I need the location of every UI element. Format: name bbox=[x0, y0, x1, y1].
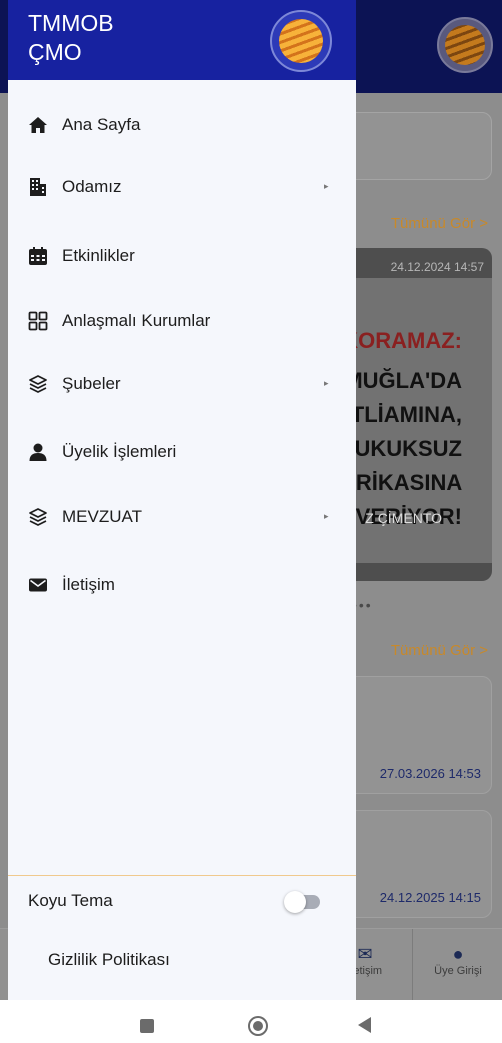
nav-divider bbox=[412, 929, 413, 1000]
event-date: 27.03.2026 14:53 bbox=[379, 766, 481, 781]
news-headline-line: BRİKASINA bbox=[340, 470, 463, 495]
menu-item-membership[interactable]: Üyelik İşlemleri bbox=[8, 432, 356, 472]
navigation-drawer: TMMOB ÇMO Ana Sayfa Odamız ▸ Etkinlikler… bbox=[8, 0, 356, 1000]
layers-icon bbox=[28, 507, 48, 527]
news-headline-line: KORAMAZ: bbox=[342, 328, 462, 353]
submenu-arrow-icon: ▸ bbox=[324, 511, 329, 521]
envelope-icon bbox=[28, 575, 48, 595]
recent-apps-icon[interactable] bbox=[140, 1019, 154, 1033]
globe-logo-icon bbox=[445, 25, 485, 65]
news-subline: Z ÇİMENTO bbox=[365, 510, 442, 526]
menu-item-partner-institutions[interactable]: Anlaşmalı Kurumlar bbox=[8, 301, 356, 341]
home-icon bbox=[28, 115, 48, 135]
submenu-arrow-icon: ▸ bbox=[324, 378, 329, 388]
brand-line2: ÇMO bbox=[28, 39, 82, 65]
layers-icon bbox=[28, 374, 48, 394]
calendar-icon bbox=[28, 246, 48, 266]
app-logo bbox=[437, 17, 493, 73]
dark-theme-label: Koyu Tema bbox=[28, 891, 113, 910]
news-poster: KORAMAZ: MUĞLA'DA TLİAMINA, UKUKSUZ BRİK… bbox=[340, 278, 492, 563]
nav-login-label: Üye Girişi bbox=[434, 965, 482, 977]
menu-item-label: Odamız bbox=[62, 177, 122, 196]
nav-member-login: ● Üye Girişi bbox=[418, 943, 498, 977]
privacy-policy-link[interactable]: Gizlilik Politikası bbox=[48, 950, 170, 970]
user-icon: ● bbox=[452, 944, 464, 964]
menu-item-legislation[interactable]: MEVZUAT ▸ bbox=[8, 497, 356, 537]
news-headline-line: UKUKSUZ bbox=[354, 436, 462, 461]
see-all-events-link: Tümünü Gör > bbox=[390, 642, 488, 659]
menu-item-label: Üyelik İşlemleri bbox=[62, 442, 177, 461]
home-button-icon[interactable] bbox=[248, 1016, 268, 1036]
news-headline-line: MUĞLA'DA bbox=[344, 368, 462, 393]
menu-item-label: Şubeler bbox=[62, 374, 121, 393]
menu-item-label: MEVZUAT bbox=[62, 507, 142, 526]
news-headline-line: TLİAMINA, bbox=[350, 402, 462, 427]
drawer-logo bbox=[270, 10, 332, 72]
drawer-header: TMMOB ÇMO bbox=[8, 0, 356, 80]
event-card: 24.12.2025 14:15 bbox=[340, 810, 492, 918]
system-nav-bar bbox=[0, 1000, 502, 1043]
menu-item-events[interactable]: Etkinlikler bbox=[8, 236, 356, 276]
see-all-news-link: Tümünü Gör > bbox=[390, 215, 488, 232]
news-date: 24.12.2024 14:57 bbox=[390, 260, 484, 274]
user-icon bbox=[28, 442, 48, 462]
brand-line1: TMMOB bbox=[28, 10, 114, 36]
brand-title: TMMOB ÇMO bbox=[28, 9, 114, 67]
news-card: 24.12.2024 14:57 KORAMAZ: MUĞLA'DA TLİAM… bbox=[340, 248, 492, 581]
search-card bbox=[340, 112, 492, 180]
menu-item-contact[interactable]: İletişim bbox=[8, 565, 356, 605]
dark-theme-toggle[interactable] bbox=[284, 891, 320, 913]
globe-logo-icon bbox=[279, 19, 323, 63]
menu-item-label: Anlaşmalı Kurumlar bbox=[62, 311, 211, 330]
event-date: 24.12.2025 14:15 bbox=[379, 890, 481, 905]
event-card: 27.03.2026 14:53 bbox=[340, 676, 492, 794]
grid-icon bbox=[28, 311, 48, 331]
menu-item-home[interactable]: Ana Sayfa bbox=[8, 105, 356, 145]
submenu-arrow-icon: ▸ bbox=[324, 181, 329, 191]
menu-item-label: İletişim bbox=[62, 575, 115, 594]
menu-item-branches[interactable]: Şubeler ▸ bbox=[8, 364, 356, 404]
menu-item-label: Ana Sayfa bbox=[62, 115, 141, 134]
menu-item-odamiz[interactable]: Odamız ▸ bbox=[8, 167, 356, 207]
building-icon bbox=[28, 177, 48, 197]
toggle-thumb bbox=[284, 891, 306, 913]
drawer-divider bbox=[8, 875, 356, 876]
menu-item-label: Etkinlikler bbox=[62, 246, 135, 265]
back-arrow-icon[interactable] bbox=[358, 1017, 371, 1033]
